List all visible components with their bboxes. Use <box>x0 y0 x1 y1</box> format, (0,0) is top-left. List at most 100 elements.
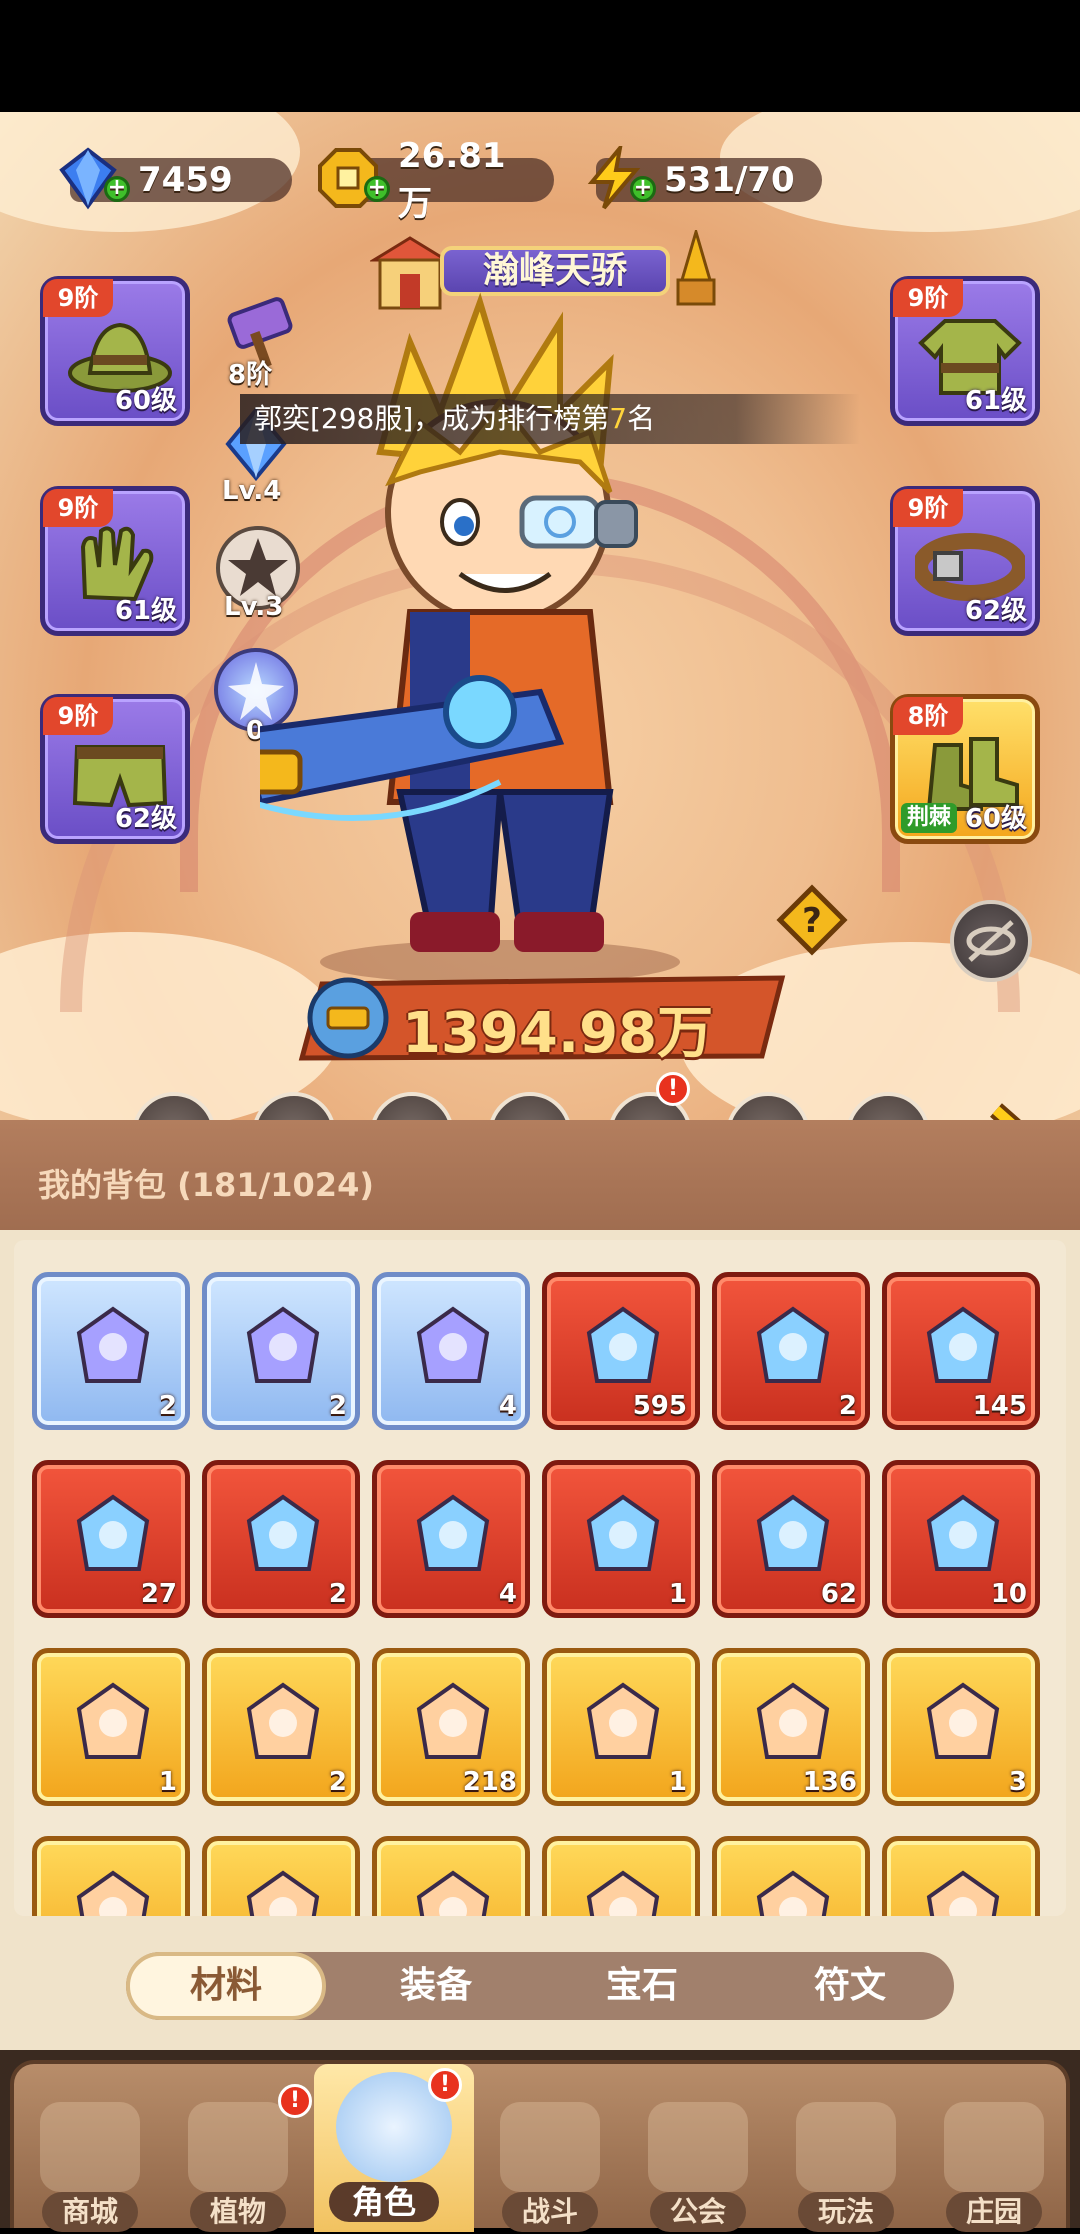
nav-battle[interactable]: 战斗 <box>480 2084 620 2234</box>
bag-item[interactable]: 2 <box>202 1272 360 1430</box>
bag-item[interactable]: 2 <box>32 1272 190 1430</box>
bag-item[interactable]: 136 <box>712 1648 870 1806</box>
moon-gem-icon <box>747 1303 839 1395</box>
battle-icon <box>500 2102 600 2192</box>
tab-materials[interactable]: 材料 <box>126 1952 326 2020</box>
item-count: 4 <box>498 1579 517 1609</box>
nav-label: 公会 <box>650 2192 746 2232</box>
bag-item[interactable] <box>542 1836 700 1916</box>
menu-costume[interactable]: 时装 <box>244 1092 344 1120</box>
item-count: 10 <box>990 1579 1027 1609</box>
eye-off-icon <box>966 920 1016 962</box>
nav-label: 战斗 <box>502 2192 598 2232</box>
bag-item[interactable]: 1 <box>32 1648 190 1806</box>
battery-icon <box>67 1491 159 1583</box>
butterfly-icon <box>577 1491 669 1583</box>
bag-item[interactable]: 4 <box>372 1272 530 1430</box>
bag-item[interactable]: 1 <box>542 1460 700 1618</box>
tab-gems[interactable]: 宝石 <box>542 1952 742 2020</box>
nav-guild[interactable]: 公会 <box>628 2084 768 2234</box>
bag-item[interactable]: 2 <box>202 1648 360 1806</box>
bag-item[interactable]: 1 <box>542 1648 700 1806</box>
gold-counter[interactable]: + 26.81万 <box>318 136 554 224</box>
bag-item[interactable]: 2 <box>202 1460 360 1618</box>
combat-power-value: 1394.98万 <box>402 1001 714 1066</box>
equip-slot-belt[interactable]: 9阶 62级 <box>890 486 1040 636</box>
equip-slot-armor[interactable]: 9阶 61级 <box>890 276 1040 426</box>
hide-toggle-button[interactable] <box>950 900 1032 982</box>
equip-slot-hat[interactable]: 9阶 60级 <box>40 276 190 426</box>
equip-slot-boots[interactable]: 8阶 荆棘 60级 <box>890 694 1040 844</box>
svg-text:?: ? <box>802 901 822 941</box>
bag-item[interactable] <box>882 1836 1040 1916</box>
ticket-icon <box>67 1679 159 1771</box>
item-grid: 2 2 4 595 2 145 27 2 4 1 62 10 1 2 218 1 136 3 <box>14 1240 1066 1916</box>
set-tag: 荆棘 <box>901 803 958 833</box>
item-count: 2 <box>328 1767 347 1797</box>
bag-item[interactable]: 10 <box>882 1460 1040 1618</box>
shell-icon <box>747 1679 839 1771</box>
bag-panel: 2 2 4 595 2 145 27 2 4 1 62 10 1 2 218 1 136 3 材料 装备 宝石 符… <box>0 1230 1080 2060</box>
bag-item[interactable]: 4 <box>372 1460 530 1618</box>
nav-character[interactable]: ! 角色 <box>314 2064 474 2232</box>
menu-rune[interactable]: 符文 <box>838 1092 938 1120</box>
bag-item[interactable]: 3 <box>882 1648 1040 1806</box>
item-count: 2 <box>838 1391 857 1421</box>
bag-item[interactable] <box>712 1836 870 1916</box>
add-gold-icon[interactable]: + <box>364 176 390 202</box>
bottle-icon <box>577 1867 669 1916</box>
power-help-icon[interactable]: ? <box>776 884 848 956</box>
pet-icon <box>370 1092 454 1120</box>
level-label: 60级 <box>114 386 177 416</box>
add-diamond-icon[interactable]: + <box>104 176 130 202</box>
tab-equipment[interactable]: 装备 <box>336 1952 536 2020</box>
rune-stone-icon <box>407 1867 499 1916</box>
menu-equipment[interactable]: ! 装备 <box>600 1072 700 1120</box>
menu-pet[interactable]: 宠物 <box>362 1092 462 1120</box>
rune-icon <box>846 1092 930 1120</box>
nav-gameplay[interactable]: 玩法 <box>776 2084 916 2234</box>
nav-manor[interactable]: 庄园 <box>924 2084 1064 2234</box>
book-icon <box>237 1491 329 1583</box>
nav-plant[interactable]: ! 植物 <box>168 2084 312 2234</box>
item-count: 218 <box>462 1767 517 1797</box>
key-icon <box>917 1679 1009 1771</box>
menu-decoration[interactable]: 装饰 <box>480 1092 580 1120</box>
syringe-icon <box>237 1303 329 1395</box>
water-gun-icon <box>237 1679 329 1771</box>
chevron-right-icon[interactable] <box>984 1102 1044 1120</box>
mask-icon <box>488 1092 572 1120</box>
bag-item[interactable] <box>372 1836 530 1916</box>
nav-label: 商城 <box>42 2192 138 2232</box>
bag-item[interactable] <box>202 1836 360 1916</box>
energy-counter[interactable]: + 531/70 <box>587 146 822 210</box>
bag-item[interactable]: 62 <box>712 1460 870 1618</box>
bag-item[interactable]: 27 <box>32 1460 190 1618</box>
item-count: 1 <box>158 1767 177 1797</box>
tab-runes[interactable]: 符文 <box>750 1952 950 2020</box>
bag-item[interactable]: 595 <box>542 1272 700 1430</box>
nav-shop[interactable]: 商城 <box>20 2084 160 2234</box>
bag-item[interactable]: 2 <box>712 1272 870 1430</box>
menu-weapon[interactable]: 武器 <box>124 1092 224 1120</box>
diamond-counter[interactable]: + 7459 <box>59 147 292 210</box>
bag-item[interactable]: 145 <box>882 1272 1040 1430</box>
alert-badge: ! <box>656 1072 690 1106</box>
bag-item[interactable]: 218 <box>372 1648 530 1806</box>
bag-item[interactable] <box>32 1836 190 1916</box>
manor-icon <box>944 2102 1044 2192</box>
syringe-puzzle-icon <box>407 1303 499 1395</box>
item-count: 1 <box>668 1579 687 1609</box>
level-label: 60级 <box>964 804 1027 834</box>
item-count: 2 <box>328 1579 347 1609</box>
menu-refine[interactable]: 炼体 <box>718 1092 818 1120</box>
ranking-news-ticker: 郭奕[298服]，成为排行榜第7名 <box>240 394 860 444</box>
add-energy-icon[interactable]: + <box>630 176 656 202</box>
star-gem-icon <box>577 1303 669 1395</box>
weapon-icon <box>132 1092 216 1120</box>
combat-power-banner: 1394.98万 <box>292 970 792 1066</box>
equip-slot-pants[interactable]: 9阶 62级 <box>40 694 190 844</box>
item-count: 1 <box>668 1767 687 1797</box>
equip-slot-gloves[interactable]: 9阶 61级 <box>40 486 190 636</box>
level-label: 62级 <box>964 596 1027 626</box>
